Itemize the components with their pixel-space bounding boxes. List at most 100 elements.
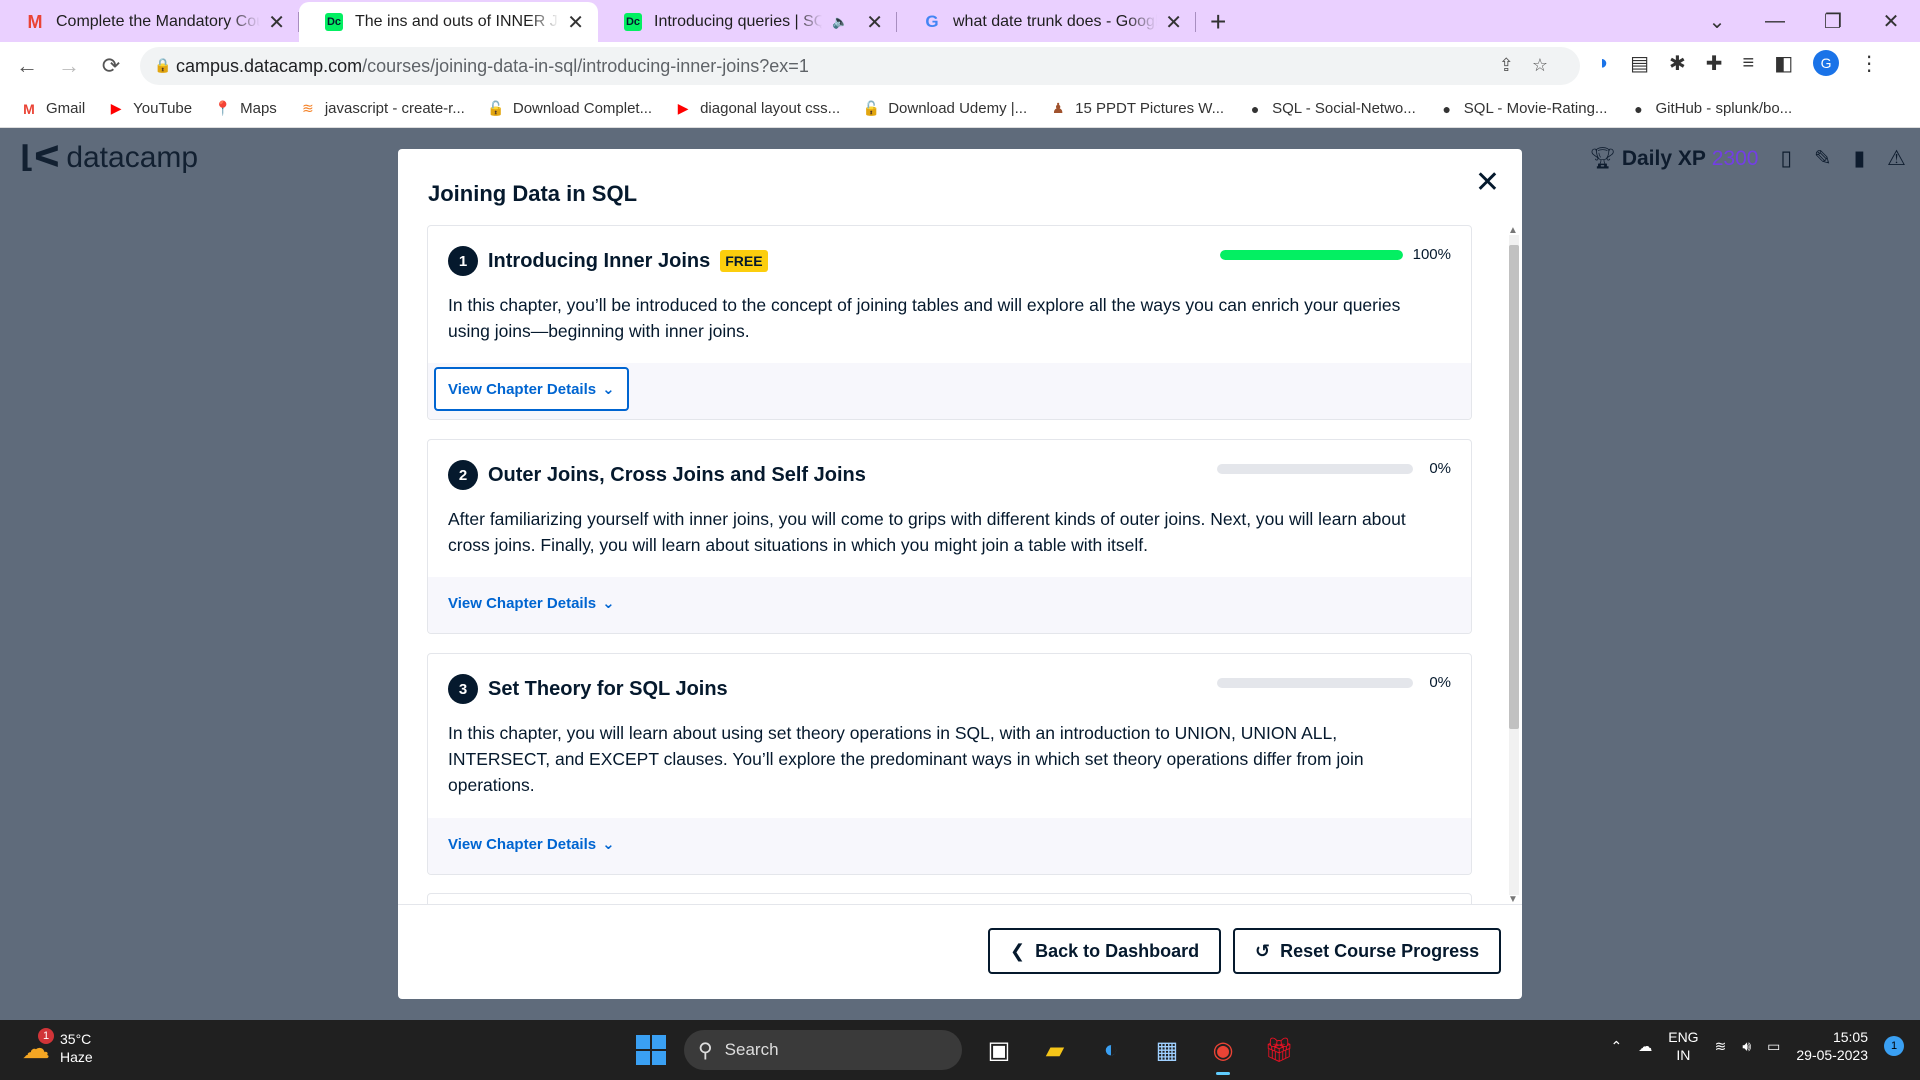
bookmark-item[interactable]: ▶ diagonal layout css... — [674, 100, 840, 117]
bookmark-item[interactable]: ● GitHub - splunk/bo... — [1629, 100, 1792, 117]
bookmark-item[interactable]: ♟ 15 PPDT Pictures W... — [1049, 100, 1224, 117]
bookmark-label: SQL - Movie-Rating... — [1463, 100, 1608, 117]
view-chapter-details-button[interactable]: View Chapter Details ⌄ — [434, 822, 629, 866]
datacamp-logo[interactable]: ⌊ᐸ datacamp — [20, 140, 198, 175]
restore-icon[interactable]: ❐ — [1804, 9, 1862, 34]
new-tab-icon[interactable]: + — [1210, 6, 1226, 38]
bookmark-item[interactable]: 🔓 Download Udemy |... — [862, 100, 1027, 117]
browser-tab-strip: M Complete the Mandatory Course ✕ Dc The… — [0, 0, 1920, 42]
profile-avatar[interactable]: G — [1813, 50, 1840, 76]
tab-title: what date trunk does - Google S — [953, 13, 1158, 30]
back-to-dashboard-button[interactable]: ❮ Back to Dashboard — [988, 928, 1222, 974]
close-tab-icon[interactable]: ✕ — [268, 10, 285, 35]
stackoverflow-icon: ≋ — [301, 100, 314, 116]
speaker-icon[interactable]: 🔈 — [832, 14, 848, 30]
reload-icon[interactable]: ⟳ — [90, 53, 132, 79]
more-menu-icon[interactable]: ⋮ — [1859, 51, 1879, 76]
youtube-icon: ▶ — [677, 100, 689, 116]
browser-tab[interactable]: M Complete the Mandatory Course ✕ — [0, 2, 299, 42]
url-path: /courses/joining-data-in-sql/introducing… — [362, 55, 809, 76]
chrome-icon[interactable]: ◉ — [1204, 1031, 1242, 1075]
gmail-icon: M — [23, 100, 35, 117]
forward-arrow-icon[interactable]: → — [48, 53, 90, 79]
clock[interactable]: 15:05 29-05-2023 — [1796, 1028, 1868, 1064]
browser-tab-active[interactable]: Dc The ins and outs of INNER JOIN | ✕ — [299, 2, 598, 42]
extension-icon[interactable]: ◗ — [1598, 52, 1610, 75]
bookmark-item[interactable]: ≋ javascript - create-r... — [299, 100, 465, 117]
logo-text: datacamp — [66, 141, 199, 174]
extension-icon[interactable]: ▤ — [1630, 51, 1649, 76]
url-input[interactable]: 🔒 campus.datacamp.com/courses/joining-da… — [140, 47, 1580, 85]
bookmark-item[interactable]: M Gmail — [20, 100, 85, 117]
daily-xp[interactable]: 🏆︎ Daily XP 2300 — [1589, 147, 1758, 171]
page-backdrop: ⌊ᐸ datacamp 🏆︎ Daily XP 2300 ▯ ✎ ▮ ⚠ Join… — [0, 128, 1920, 1020]
tab-search-icon[interactable]: ⌄ — [1688, 9, 1746, 34]
chapter-progress: 0% — [1217, 460, 1451, 477]
chevron-down-icon: ⌄ — [602, 836, 615, 853]
bookmark-item[interactable]: ● SQL - Movie-Rating... — [1438, 100, 1608, 117]
volume-icon[interactable]: 🔊︎ — [1742, 1038, 1751, 1055]
browser-tab[interactable]: G what date trunk does - Google S ✕ — [897, 2, 1196, 42]
maps-icon: 📍 — [214, 100, 232, 116]
weather-widget[interactable]: ☁ 1 35°C Haze — [22, 1027, 93, 1066]
minimize-icon[interactable]: — — [1746, 10, 1804, 33]
scrollbar[interactable]: ▲ ▼ — [1506, 225, 1520, 905]
modal-footer: ❮ Back to Dashboard ↺ Reset Course Progres… — [398, 904, 1522, 999]
close-tab-icon[interactable]: ✕ — [567, 10, 584, 35]
battery-icon[interactable]: ▭ — [1767, 1038, 1780, 1055]
chapter-number: 2 — [448, 460, 478, 490]
back-arrow-icon[interactable]: ← — [6, 53, 48, 79]
view-chapter-details-button[interactable]: View Chapter Details ⌄ — [434, 367, 629, 411]
puzzle-icon[interactable]: ✚ — [1706, 51, 1723, 76]
task-view-icon[interactable]: ▣ — [980, 1031, 1018, 1069]
close-tab-icon[interactable]: ✕ — [1165, 10, 1182, 35]
bookmark-item[interactable]: ▶ YouTube — [107, 100, 192, 117]
chapter-description: After familiarizing yourself with inner … — [448, 509, 1406, 555]
extension-icon[interactable]: ✱ — [1669, 51, 1686, 76]
datacamp-mark-icon: ⌊ᐸ — [20, 141, 61, 174]
chevron-up-icon[interactable]: ⌃ — [1611, 1038, 1623, 1055]
warning-icon[interactable]: ⚠ — [1887, 146, 1906, 171]
windows-start-icon[interactable] — [636, 1035, 666, 1065]
window-controls: ⌄ — ❐ ✕ — [1688, 0, 1920, 42]
bookmark-label: GitHub - splunk/bo... — [1655, 100, 1793, 117]
bookmark-item[interactable]: 🔓 Download Complet... — [487, 100, 652, 117]
chapter-list[interactable]: 1 Introducing Inner Joins FREE 100% In t… — [427, 225, 1472, 905]
taskbar-search[interactable]: ⚲ Search — [684, 1030, 962, 1070]
browser-tab[interactable]: Dc Introducing queries | SQL 🔈 ✕ — [598, 2, 897, 42]
bookmark-label: SQL - Social-Netwo... — [1272, 100, 1416, 117]
progress-bar — [1217, 677, 1413, 688]
close-tab-icon[interactable]: ✕ — [866, 10, 883, 35]
bookmark-star-icon[interactable]: ☆ — [1532, 55, 1566, 75]
bookmark-item[interactable]: ● SQL - Social-Netwo... — [1246, 100, 1416, 117]
progress-percent: 0% — [1429, 674, 1451, 691]
close-window-icon[interactable]: ✕ — [1862, 9, 1920, 34]
lock-icon[interactable]: 🔒 — [154, 57, 171, 74]
wifi-icon[interactable]: ≋ — [1715, 1038, 1727, 1055]
reset-course-progress-button[interactable]: ↺ Reset Course Progress — [1233, 928, 1502, 974]
bookmark-label: Maps — [240, 100, 277, 117]
bookmark-item[interactable]: 📍 Maps — [214, 100, 277, 117]
store-icon[interactable]: ▦ — [1148, 1031, 1186, 1069]
notification-badge[interactable]: 1 — [1884, 1036, 1904, 1056]
edge-icon[interactable]: ◐ — [1092, 1031, 1130, 1069]
close-icon[interactable]: ✕ — [1475, 165, 1500, 200]
system-tray: ⌃ ☁ ENG IN ≋ 🔊︎ ▭ 15:05 29-05-2023 1 — [1611, 1028, 1904, 1064]
file-explorer-icon[interactable]: ▰ — [1036, 1031, 1074, 1069]
progress-bar — [1217, 463, 1413, 474]
figure-icon: ♟ — [1051, 100, 1065, 116]
onedrive-icon[interactable]: ☁ — [1638, 1038, 1652, 1055]
scrollbar-thumb[interactable] — [1509, 245, 1519, 729]
gift-icon[interactable]: 🎁︎ — [1260, 1031, 1298, 1069]
chapter-card: 2 Outer Joins, Cross Joins and Self Join… — [427, 439, 1472, 634]
slides-icon[interactable]: ▯ — [1780, 146, 1792, 171]
edit-icon[interactable]: ✎ — [1814, 146, 1832, 171]
language-indicator[interactable]: ENG IN — [1668, 1028, 1698, 1064]
share-icon[interactable]: ⇪ — [1499, 55, 1532, 75]
scroll-up-icon[interactable]: ▲ — [1508, 225, 1518, 236]
side-panel-icon[interactable]: ◧ — [1774, 51, 1793, 76]
mobile-icon[interactable]: ▮ — [1854, 146, 1866, 171]
chapter-card: 1 Introducing Inner Joins FREE 100% In t… — [427, 225, 1472, 420]
view-chapter-details-button[interactable]: View Chapter Details ⌄ — [434, 581, 629, 625]
media-icon[interactable]: ≡ — [1743, 52, 1755, 75]
